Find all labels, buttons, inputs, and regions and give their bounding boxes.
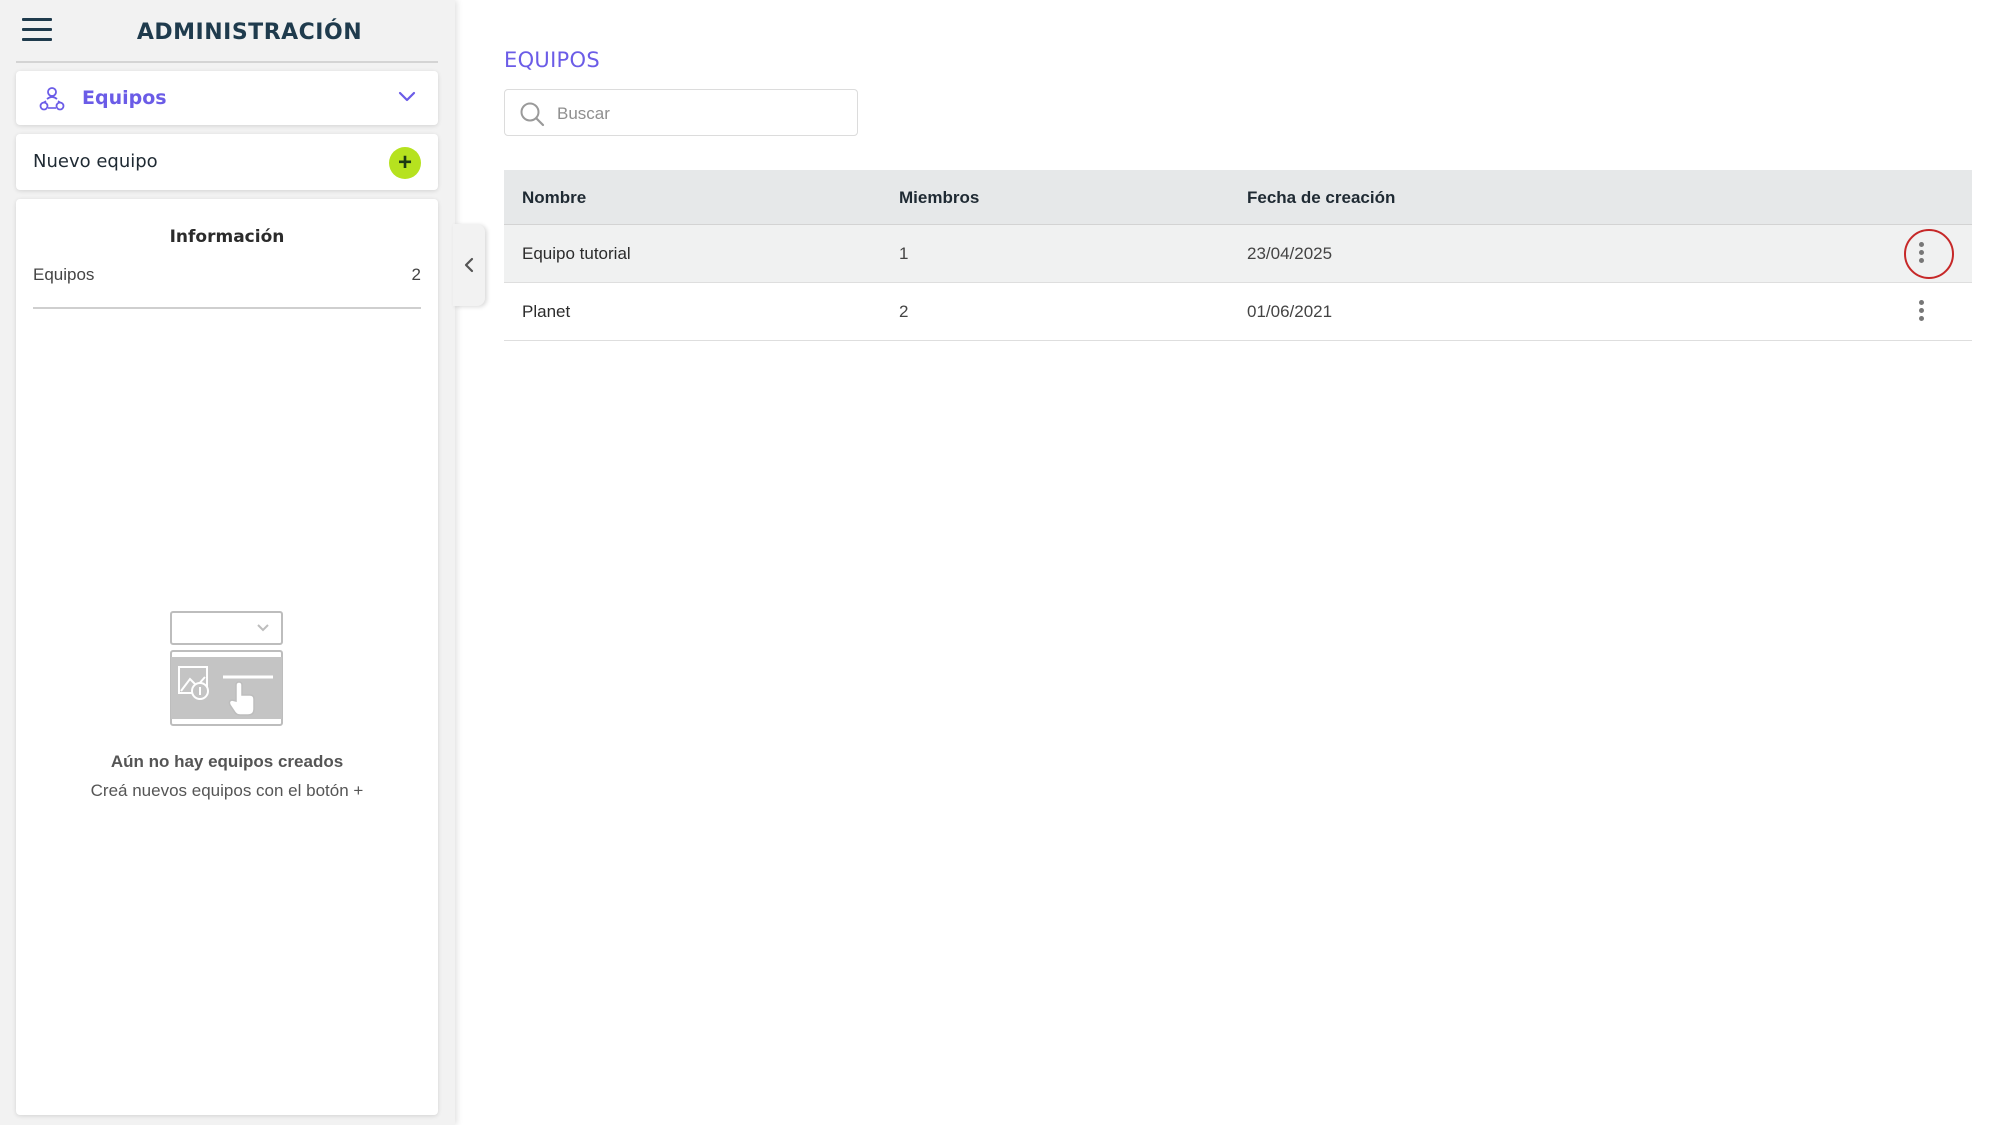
team-created-date: 23/04/2025 (1247, 244, 1333, 263)
chevron-left-icon (464, 257, 474, 273)
column-header-name[interactable]: Nombre (522, 188, 586, 208)
page-title: EQUIPOS (504, 48, 600, 72)
table-row[interactable]: Equipo tutorial 1 23/04/2025 (504, 225, 1972, 283)
more-options-icon[interactable] (1908, 298, 1934, 326)
table-row[interactable]: Planet 2 01/06/2021 (504, 283, 1972, 341)
section-label: Equipos (82, 87, 167, 109)
collapse-sidebar-button[interactable] (453, 224, 485, 306)
teams-table: Nombre Miembros Fecha de creación Equipo… (504, 170, 1972, 341)
more-options-icon[interactable] (1908, 240, 1934, 268)
divider (16, 61, 438, 63)
new-team-label: Nuevo equipo (33, 151, 158, 172)
info-teams-count: 2 (411, 265, 421, 284)
section-selector[interactable]: Equipos (16, 71, 438, 125)
search-box (504, 89, 858, 136)
info-title: Información (169, 227, 285, 247)
sidebar-title: ADMINISTRACIÓN (136, 20, 363, 45)
team-name: Equipo tutorial (522, 244, 631, 263)
search-input[interactable] (557, 102, 847, 126)
empty-state-title: Aún no hay equipos creados (110, 752, 344, 771)
add-team-button[interactable]: + (389, 147, 421, 179)
team-members: 1 (899, 244, 909, 263)
table-header: Nombre Miembros Fecha de creación (504, 170, 1972, 225)
team-members: 2 (899, 302, 909, 321)
empty-state-illustration (170, 611, 283, 726)
column-header-created[interactable]: Fecha de creación (1247, 188, 1395, 208)
info-panel: Información Equipos 2 Aún no hay equipos… (16, 199, 438, 1115)
team-name: Planet (522, 302, 571, 321)
sidebar: ADMINISTRACIÓN Equipos Nuevo equipo + In… (0, 0, 455, 1125)
team-created-date: 01/06/2021 (1247, 302, 1333, 321)
empty-state-subtitle: Creá nuevos equipos con el botón + (90, 781, 364, 800)
sidebar-header: ADMINISTRACIÓN (0, 0, 455, 64)
divider (33, 307, 421, 309)
teams-icon (39, 87, 65, 111)
chevron-down-icon[interactable] (398, 90, 416, 104)
new-team-card: Nuevo equipo + (16, 134, 438, 190)
hamburger-menu-icon[interactable] (22, 18, 52, 46)
info-teams-label: Equipos (33, 265, 95, 284)
search-icon (520, 102, 545, 127)
column-header-members[interactable]: Miembros (899, 188, 979, 208)
